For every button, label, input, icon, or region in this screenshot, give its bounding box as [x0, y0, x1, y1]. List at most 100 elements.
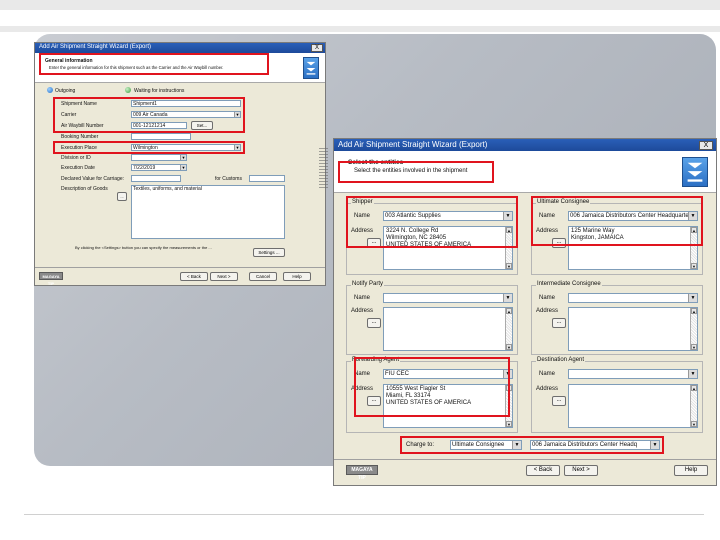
address-line: Wilmington, NC 28405	[386, 234, 447, 241]
general-info-dialog: Add Air Shipment Straight Wizard (Export…	[34, 42, 326, 286]
dialog-header: General information Enter the general in…	[35, 53, 325, 83]
dialog-header: Select the entities Select the entities …	[334, 151, 716, 193]
dest-name-select[interactable]: ▼	[568, 369, 698, 379]
chevron-down-icon[interactable]: ▼	[503, 212, 512, 220]
fwd-address-box: 10555 West Flagler St Miami, FL 33174 UN…	[383, 384, 513, 428]
carrier-label: Carrier	[61, 112, 77, 118]
scrollbar[interactable]: ▲ ▼	[690, 385, 697, 427]
help-button[interactable]: Help	[674, 465, 708, 476]
scrollbar[interactable]: ▲ ▼	[505, 227, 512, 269]
description-options-button[interactable]: ...	[117, 192, 127, 201]
help-button[interactable]: Help	[283, 272, 311, 281]
shipper-address-label: Address	[351, 228, 374, 234]
chevron-down-icon[interactable]: ▼	[180, 165, 186, 170]
ultimate-consignee-group-title: Ultimate Consignee	[536, 199, 591, 205]
top-stripe	[0, 0, 720, 10]
address-line: Miami, FL 33174	[386, 392, 431, 399]
chevron-down-icon[interactable]: ▼	[688, 212, 697, 220]
fwd-address-label: Address	[351, 386, 374, 392]
chevron-down-icon[interactable]: ▼	[688, 294, 697, 302]
waiting-label: Waiting for instructions	[134, 88, 185, 94]
destination-agent-group: Destination Agent Name ▼ Address ... ▲ ▼	[531, 357, 703, 433]
chevron-down-icon[interactable]: ▼	[180, 155, 186, 160]
ult-name-select[interactable]: 006 Jamaica Distributors Center Headquar…	[568, 211, 698, 221]
fwd-name-select[interactable]: FIU CEC ▼	[383, 369, 513, 379]
execution-place-label: Execution Place	[61, 145, 97, 151]
execution-date-select[interactable]: 7/22/2019 ▼	[131, 164, 187, 171]
chevron-down-icon[interactable]: ▼	[503, 294, 512, 302]
magaya-tip-button[interactable]: MAGAYA TIP	[39, 272, 63, 285]
dest-address-box: ▲ ▼	[568, 384, 698, 428]
description-textarea[interactable]: Textiles, uniforms, and material	[131, 185, 285, 239]
fwd-address-button[interactable]: ...	[367, 396, 381, 406]
shipper-name-select[interactable]: 003 Atlantic Supplies ▼	[383, 211, 513, 221]
scrollbar[interactable]: ▲ ▼	[505, 308, 512, 350]
chevron-down-icon[interactable]: ▼	[234, 112, 240, 117]
declared-value-input[interactable]	[131, 175, 181, 182]
division-label: Division or ID	[61, 155, 91, 161]
back-button[interactable]: < Back	[526, 465, 560, 476]
address-line: UNITED STATES OF AMERICA	[386, 241, 472, 248]
declared-value-label: Declared Value for Carriage:	[61, 176, 124, 182]
dialog-title: Add Air Shipment Straight Wizard (Export…	[338, 140, 488, 149]
chevron-down-icon[interactable]: ▼	[234, 145, 240, 150]
chevron-down-icon[interactable]: ▼	[503, 370, 512, 378]
air-waybill-input[interactable]: 001-12121214	[131, 122, 187, 129]
inter-name-select[interactable]: ▼	[568, 293, 698, 303]
chevron-down-icon[interactable]: ▼	[688, 370, 697, 378]
forwarding-agent-group: Forwarding Agent Name FIU CEC ▼ Address …	[346, 357, 518, 433]
scrollbar[interactable]: ▲ ▼	[690, 308, 697, 350]
footer-line	[24, 514, 704, 515]
ultimate-consignee-group: Ultimate Consignee Name 006 Jamaica Dist…	[531, 199, 703, 275]
shipment-name-input[interactable]: Shipment1	[131, 100, 241, 107]
execution-place-select[interactable]: Wilmington ▼	[131, 144, 241, 151]
next-button[interactable]: Next >	[564, 465, 598, 476]
intermediate-consignee-group: Intermediate Consignee Name ▼ Address ..…	[531, 281, 703, 355]
notify-party-group: Notify Party Name ▼ Address ... ▲ ▼	[346, 281, 518, 355]
address-line: 125 Marine Way	[571, 228, 615, 234]
ult-address-label: Address	[536, 228, 559, 234]
waiting-icon	[125, 87, 131, 93]
back-button[interactable]: < Back	[180, 272, 208, 281]
notify-address-button[interactable]: ...	[367, 318, 381, 328]
notify-address-box: ▲ ▼	[383, 307, 513, 351]
header-description: Select the entities involved in the ship…	[354, 168, 468, 174]
charge-to-value: Ultimate Consignee	[452, 442, 505, 448]
carrier-value: 009 Air Canada	[133, 112, 168, 118]
settings-button[interactable]: Settings ...	[253, 248, 285, 257]
scrollbar[interactable]: ▲ ▼	[690, 227, 697, 269]
ult-name-label: Name	[539, 213, 556, 219]
address-line: UNITED STATES OF AMERICA	[386, 399, 472, 406]
scrollbar[interactable]: ▲ ▼	[505, 385, 512, 427]
close-button[interactable]: X	[699, 141, 713, 150]
booking-number-input[interactable]	[131, 133, 191, 140]
shipper-name-value: 003 Atlantic Supplies	[385, 213, 441, 219]
execution-date-value: 7/22/2019	[133, 165, 156, 171]
ult-address-button[interactable]: ...	[552, 238, 566, 248]
ult-name-value: 006 Jamaica Distributors Center Headquar…	[570, 213, 694, 219]
notify-name-select[interactable]: ▼	[383, 293, 513, 303]
air-waybill-label: Air Waybill Number	[61, 123, 104, 129]
dialog-title: Add Air Shipment Straight Wizard (Export…	[39, 44, 152, 50]
fwd-name-value: FIU CEC	[385, 371, 409, 377]
inter-address-button[interactable]: ...	[552, 318, 566, 328]
chevron-down-icon[interactable]: ▼	[650, 441, 659, 449]
charge-entity-select[interactable]: 006 Jamaica Distributors Center Headq ▼	[530, 440, 660, 450]
dialog-titlebar: Add Air Shipment Straight Wizard (Export…	[35, 43, 325, 53]
charge-to-select[interactable]: Ultimate Consignee ▼	[450, 440, 522, 450]
next-button[interactable]: Next >	[210, 272, 238, 281]
close-button[interactable]: X	[311, 44, 323, 52]
shipper-address-button[interactable]: ...	[367, 238, 381, 248]
window-edge-dots	[319, 148, 328, 188]
for-customs-input[interactable]	[249, 175, 285, 182]
address-line: 3224 N. College Rd	[386, 228, 439, 234]
cancel-button[interactable]: Cancel	[249, 272, 277, 281]
magaya-tip-button[interactable]: MAGAYA TIP	[346, 465, 378, 481]
outgoing-icon	[47, 87, 53, 93]
dest-name-label: Name	[539, 371, 556, 377]
carrier-select[interactable]: 009 Air Canada ▼	[131, 111, 241, 118]
chevron-down-icon[interactable]: ▼	[512, 441, 521, 449]
division-select[interactable]: ▼	[131, 154, 187, 161]
set-button[interactable]: Set...	[191, 121, 213, 130]
dest-address-button[interactable]: ...	[552, 396, 566, 406]
